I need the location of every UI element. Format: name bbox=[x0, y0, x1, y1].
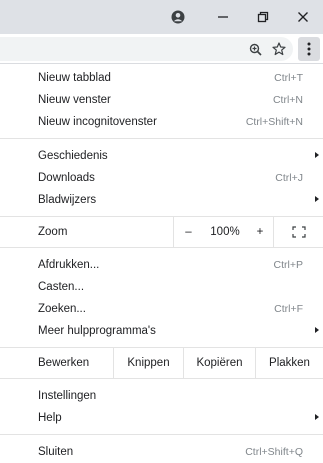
menu-item-label: Afdrukken... bbox=[38, 259, 100, 271]
menu-separator bbox=[0, 378, 323, 379]
menu-item-new-tab[interactable]: Nieuw tabblad Ctrl+T bbox=[0, 67, 323, 89]
menu-item-history[interactable]: Geschiedenis bbox=[0, 145, 323, 167]
shortcut-label: Ctrl+N bbox=[272, 94, 303, 106]
menu-item-label: Sluiten bbox=[38, 446, 74, 458]
shortcut-label: Ctrl+Shift+Q bbox=[245, 446, 303, 458]
menu-item-label: Nieuw tabblad bbox=[38, 72, 111, 84]
zoom-out-button[interactable]: – bbox=[173, 217, 203, 247]
menu-item-label: Nieuw venster bbox=[38, 94, 111, 106]
bookmark-star-icon[interactable] bbox=[270, 40, 288, 58]
menu-item-cast[interactable]: Casten... bbox=[0, 276, 323, 298]
fullscreen-icon[interactable] bbox=[273, 217, 323, 247]
menu-item-print[interactable]: Afdrukken... Ctrl+P bbox=[0, 254, 323, 276]
paste-button[interactable]: Plakken bbox=[255, 348, 323, 378]
submenu-arrow-icon bbox=[315, 414, 319, 420]
zoom-in-icon[interactable] bbox=[246, 40, 264, 58]
menu-item-label: Help bbox=[38, 412, 62, 424]
menu-item-label: Zoeken... bbox=[38, 303, 86, 315]
menu-separator bbox=[0, 247, 323, 248]
shortcut-label: Ctrl+F bbox=[274, 303, 303, 315]
copy-button[interactable]: Kopiëren bbox=[183, 348, 255, 378]
menu-separator bbox=[0, 434, 323, 435]
address-bar[interactable] bbox=[0, 37, 293, 61]
shortcut-label: Ctrl+Shift+N bbox=[245, 116, 303, 128]
menu-item-label: Meer hulpprogramma's bbox=[38, 325, 156, 337]
edit-row: Bewerken Knippen Kopiëren Plakken bbox=[0, 348, 323, 378]
zoom-level: 100% bbox=[210, 226, 240, 238]
edit-label: Bewerken bbox=[38, 357, 90, 369]
shortcut-label: Ctrl+P bbox=[273, 259, 303, 271]
restore-icon[interactable] bbox=[243, 0, 283, 34]
account-icon[interactable] bbox=[158, 0, 198, 34]
kebab-menu-icon[interactable] bbox=[298, 37, 320, 61]
menu-item-settings[interactable]: Instellingen bbox=[0, 385, 323, 407]
minimize-icon[interactable] bbox=[203, 0, 243, 34]
menu-item-label: Casten... bbox=[38, 281, 85, 293]
menu-item-label: Bladwijzers bbox=[38, 194, 97, 206]
chrome-menu: Nieuw tabblad Ctrl+T Nieuw venster Ctrl+… bbox=[0, 64, 323, 463]
zoom-label: Zoom bbox=[38, 226, 68, 238]
menu-item-downloads[interactable]: Downloads Ctrl+J bbox=[0, 167, 323, 189]
menu-item-exit[interactable]: Sluiten Ctrl+Shift+Q bbox=[0, 441, 323, 463]
zoom-row: Zoom – 100% + bbox=[0, 217, 323, 247]
menu-item-label: Downloads bbox=[38, 172, 95, 184]
menu-item-find[interactable]: Zoeken... Ctrl+F bbox=[0, 298, 323, 320]
menu-item-label: Instellingen bbox=[38, 390, 97, 402]
shortcut-label: Ctrl+T bbox=[274, 72, 303, 84]
menu-separator bbox=[0, 138, 323, 139]
submenu-arrow-icon bbox=[315, 152, 319, 158]
menu-item-more-tools[interactable]: Meer hulpprogramma's bbox=[0, 320, 323, 342]
menu-item-help[interactable]: Help bbox=[0, 407, 323, 429]
menu-item-label: Geschiedenis bbox=[38, 150, 108, 162]
zoom-in-button[interactable]: + bbox=[247, 217, 273, 247]
submenu-arrow-icon bbox=[315, 327, 319, 333]
cut-button[interactable]: Knippen bbox=[113, 348, 183, 378]
menu-item-bookmarks[interactable]: Bladwijzers bbox=[0, 189, 323, 211]
menu-item-label: Nieuw incognitovenster bbox=[38, 116, 157, 128]
toolbar bbox=[0, 34, 323, 64]
menu-item-new-window[interactable]: Nieuw venster Ctrl+N bbox=[0, 89, 323, 111]
submenu-arrow-icon bbox=[315, 196, 319, 202]
title-bar bbox=[0, 0, 323, 34]
close-icon[interactable] bbox=[283, 0, 323, 34]
menu-item-new-incognito-window[interactable]: Nieuw incognitovenster Ctrl+Shift+N bbox=[0, 111, 323, 133]
shortcut-label: Ctrl+J bbox=[275, 172, 303, 184]
